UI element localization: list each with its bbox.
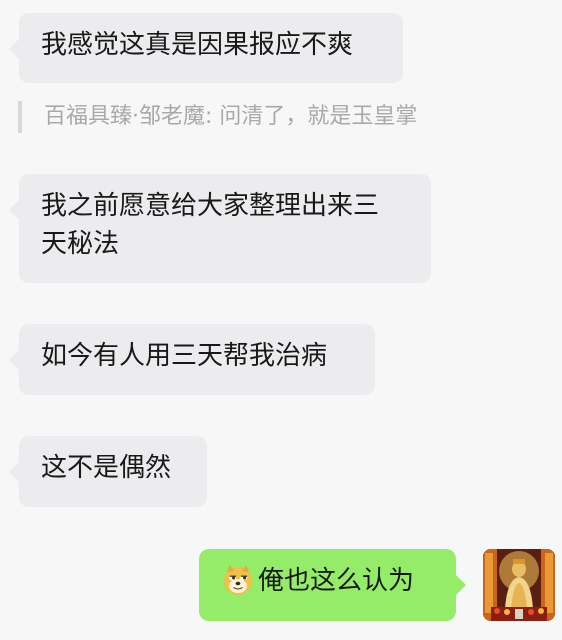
message-text: 如今有人用三天帮我治病 (41, 341, 328, 371)
incoming-message-bubble[interactable]: 我之前愿意给大家整理出来三 天秘法 (9, 174, 431, 283)
incoming-message-bubble[interactable]: 我感觉这真是因果报应不爽 (9, 13, 403, 83)
incoming-message-bubble[interactable]: 这不是偶然 (9, 436, 207, 507)
message-text: 俺也这么认为 (258, 566, 415, 596)
outgoing-message-bubble[interactable]: 俺也这么认为 (199, 549, 466, 621)
chat-message-area[interactable]: 我感觉这真是因果报应不爽 百福具臻·邹老魔: 问清了，就是玉皇掌 我之前愿意给大… (0, 0, 562, 640)
message-text-line: 天秘法 (41, 229, 120, 259)
self-avatar[interactable] (483, 549, 555, 621)
quoted-reply-text: 百福具臻·邹老魔: 问清了，就是玉皇掌 (44, 104, 418, 129)
doge-face-emoji-icon (224, 564, 252, 595)
golden-deity-statue-avatar-icon (483, 549, 555, 621)
message-text: 我感觉这真是因果报应不爽 (41, 30, 354, 60)
quoted-reply[interactable]: 百福具臻·邹老魔: 问清了，就是玉皇掌 (18, 101, 417, 133)
message-text-line: 我之前愿意给大家整理出来三 (41, 191, 380, 221)
message-text: 这不是偶然 (41, 453, 172, 483)
incoming-message-bubble[interactable]: 如今有人用三天帮我治病 (9, 324, 375, 395)
